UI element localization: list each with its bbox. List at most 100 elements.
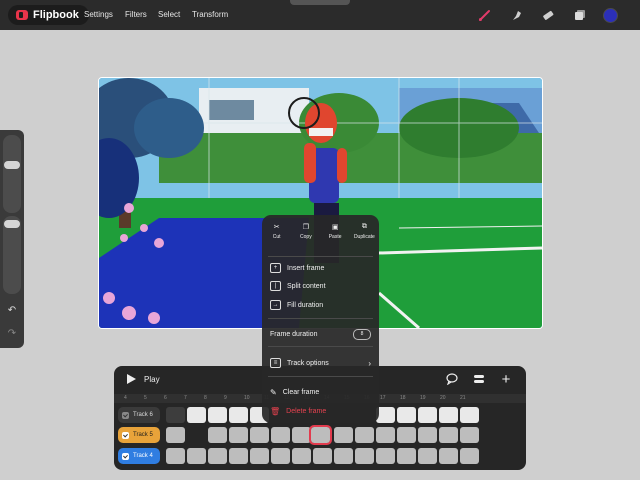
- frame-cell[interactable]: [460, 427, 479, 443]
- track-options-item[interactable]: ≡ Track options ›: [270, 356, 371, 370]
- frame-cell[interactable]: [376, 448, 395, 464]
- divider: [268, 256, 373, 257]
- checkbox-icon[interactable]: [122, 411, 129, 419]
- track-label: Track 6: [133, 412, 153, 418]
- trash-icon: 🗑: [270, 406, 281, 416]
- brush-icon[interactable]: [478, 8, 492, 22]
- frame-cell[interactable]: [439, 448, 458, 464]
- fill-duration-icon: →: [270, 300, 281, 310]
- menu-settings[interactable]: Settings: [84, 0, 113, 30]
- frame-cell[interactable]: [250, 427, 269, 443]
- duplicate-button[interactable]: ⧉ Duplicate: [350, 223, 379, 251]
- menu-filters[interactable]: Filters: [125, 0, 147, 30]
- frame-cell[interactable]: [229, 407, 248, 423]
- chevron-right-icon: ›: [368, 358, 371, 368]
- brush-size-slider[interactable]: [3, 135, 21, 213]
- cut-label: Cut: [272, 234, 281, 240]
- frame-duration-item[interactable]: Frame duration 8: [270, 327, 371, 341]
- frame-duration-value[interactable]: 8: [353, 328, 371, 340]
- frame-cell[interactable]: [355, 448, 374, 464]
- ruler-tick: 8: [204, 395, 207, 401]
- frame-cell[interactable]: [166, 407, 185, 423]
- comment-icon[interactable]: [445, 373, 459, 387]
- frame-cell[interactable]: [166, 448, 185, 464]
- window-grab-handle[interactable]: [290, 0, 350, 5]
- frame-cell[interactable]: [208, 448, 227, 464]
- ruler-tick: 20: [440, 395, 446, 401]
- checkbox-icon[interactable]: [122, 431, 129, 439]
- frame-cell[interactable]: [271, 427, 290, 443]
- brush-size-knob[interactable]: [4, 161, 20, 169]
- frame-cell[interactable]: [376, 427, 395, 443]
- frame-cell[interactable]: [418, 407, 437, 423]
- clear-frame-item[interactable]: ✎ Clear frame: [270, 385, 371, 399]
- track-4-toggle[interactable]: Track 4: [118, 448, 160, 464]
- track-6-toggle[interactable]: Track 6: [118, 407, 160, 423]
- frame-cell[interactable]: [229, 448, 248, 464]
- ruler-tick: 7: [184, 395, 187, 401]
- frame-cell[interactable]: [250, 448, 269, 464]
- app-menu-button[interactable]: Flipbook: [8, 5, 89, 25]
- add-track-icon[interactable]: +: [499, 372, 513, 387]
- top-bar: Flipbook Settings Filters Select Transfo…: [0, 0, 640, 30]
- redo-icon[interactable]: ↷: [5, 327, 19, 341]
- frame-cell[interactable]: [418, 448, 437, 464]
- frame-cell[interactable]: [271, 448, 290, 464]
- frame-cell[interactable]: [460, 407, 479, 423]
- delete-frame-item[interactable]: 🗑 Delete frame: [270, 404, 371, 418]
- copy-button[interactable]: ❐ Copy: [291, 223, 320, 251]
- split-content-label: Split content: [287, 282, 326, 290]
- frame-cell[interactable]: [208, 427, 227, 443]
- layers-icon[interactable]: [573, 8, 587, 22]
- frame-cell-selected[interactable]: [309, 425, 332, 445]
- frame-cell[interactable]: [334, 448, 353, 464]
- menu-select[interactable]: Select: [158, 0, 180, 30]
- fill-duration-item[interactable]: → Fill duration: [270, 298, 371, 312]
- frame-cell[interactable]: [355, 427, 374, 443]
- ruler-tick: 10: [244, 395, 250, 401]
- divider: [268, 318, 373, 319]
- opacity-knob[interactable]: [4, 220, 20, 228]
- track-5-toggle[interactable]: Track 5: [118, 427, 160, 443]
- frame-cell[interactable]: [229, 427, 248, 443]
- opacity-slider[interactable]: [3, 216, 21, 294]
- paste-button[interactable]: ▣ Paste: [321, 223, 350, 251]
- insert-frame-item[interactable]: + Insert frame: [270, 261, 371, 275]
- duplicate-label: Duplicate: [353, 234, 375, 240]
- split-content-item[interactable]: | Split content: [270, 279, 371, 293]
- cut-button[interactable]: ✂ Cut: [262, 223, 291, 251]
- smudge-icon[interactable]: [510, 8, 524, 22]
- frame-cell[interactable]: [292, 427, 311, 443]
- play-label: Play: [144, 374, 160, 384]
- play-button[interactable]: Play: [126, 374, 160, 384]
- frame-cell[interactable]: [418, 427, 437, 443]
- paste-label: Paste: [328, 234, 342, 240]
- checkbox-icon[interactable]: [122, 452, 129, 460]
- frame-cell[interactable]: [397, 427, 416, 443]
- frame-cell[interactable]: [166, 427, 185, 443]
- ruler-tick: 6: [164, 395, 167, 401]
- frame-cell[interactable]: [292, 448, 311, 464]
- undo-icon[interactable]: ↶: [5, 304, 19, 318]
- frame-cell[interactable]: [313, 448, 332, 464]
- color-picker-button[interactable]: [603, 8, 618, 23]
- frame-cell[interactable]: [334, 427, 353, 443]
- frame-cell[interactable]: [187, 448, 206, 464]
- frame-cell[interactable]: [439, 407, 458, 423]
- frame-cell[interactable]: [460, 448, 479, 464]
- broom-icon: ✎: [270, 387, 277, 397]
- frame-cell[interactable]: [187, 407, 206, 423]
- scissors-icon: ✂: [273, 224, 280, 231]
- frame-cell[interactable]: [397, 448, 416, 464]
- insert-frame-icon: +: [270, 263, 281, 273]
- paste-icon: ▣: [331, 224, 339, 231]
- frame-cell[interactable]: [208, 407, 227, 423]
- duplicate-icon: ⧉: [361, 223, 367, 230]
- ruler-tick: 5: [144, 395, 147, 401]
- flipbook-logo-icon: [16, 10, 28, 20]
- track-settings-icon[interactable]: [472, 373, 486, 387]
- frame-cell[interactable]: [397, 407, 416, 423]
- eraser-icon[interactable]: [541, 8, 555, 22]
- menu-transform[interactable]: Transform: [192, 0, 228, 30]
- frame-cell[interactable]: [439, 427, 458, 443]
